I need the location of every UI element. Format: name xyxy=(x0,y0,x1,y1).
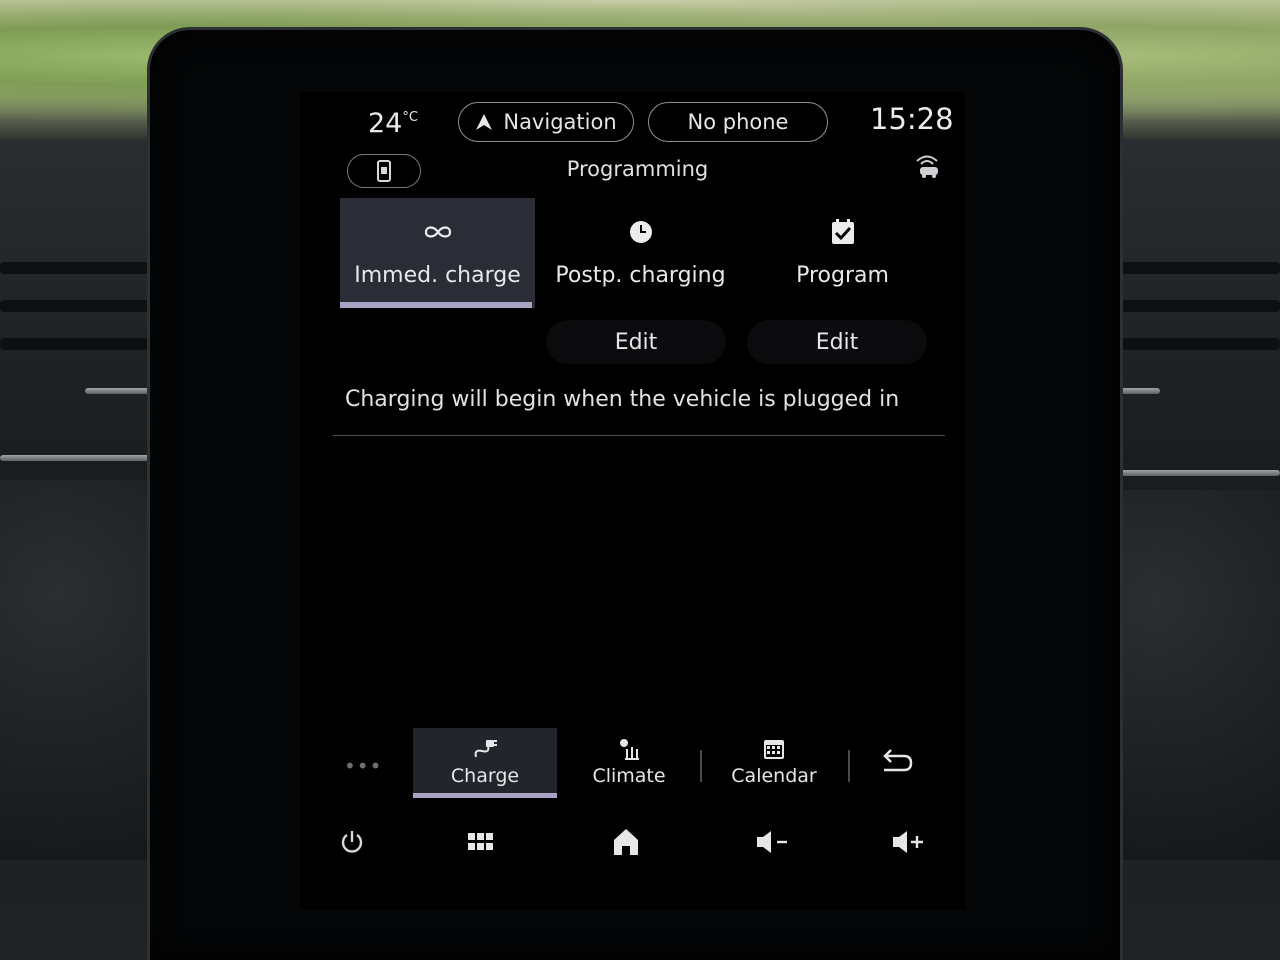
home-icon xyxy=(614,829,638,855)
phone-source-button[interactable] xyxy=(347,154,421,188)
charge-mode-tabs: Immed. charge Postp. charging Program xyxy=(340,198,950,308)
tab-label: Postp. charging xyxy=(555,262,726,288)
shortcut-separator xyxy=(848,750,850,782)
shortcut-climate[interactable]: Climate xyxy=(557,728,701,796)
divider xyxy=(333,435,945,436)
power-button[interactable] xyxy=(332,822,372,862)
shortcut-label: Calendar xyxy=(731,765,817,787)
plug-icon xyxy=(474,740,497,758)
leather-panel-right xyxy=(1100,490,1280,860)
status-bar: 24°C Navigation No phone 15:28 xyxy=(300,92,965,147)
tab-program[interactable]: Program xyxy=(745,198,940,308)
apps-grid-icon xyxy=(468,833,493,850)
shortcut-calendar[interactable]: Calendar xyxy=(702,728,846,796)
navigation-label: Navigation xyxy=(503,110,617,134)
home-button[interactable] xyxy=(606,822,646,862)
shortcut-label: Climate xyxy=(592,765,666,787)
power-icon xyxy=(341,831,363,853)
back-button[interactable] xyxy=(880,748,914,780)
phone-label: No phone xyxy=(687,110,789,134)
edit-program-button[interactable]: Edit xyxy=(747,320,927,364)
calendar-check-icon xyxy=(831,218,855,245)
temperature-unit: °C xyxy=(402,110,418,125)
volume-up-button[interactable] xyxy=(888,822,928,862)
apps-menu-button[interactable] xyxy=(461,822,501,862)
tab-postponed-charging[interactable]: Postp. charging xyxy=(543,198,738,308)
volume-down-icon xyxy=(757,831,787,853)
climate-icon xyxy=(620,739,639,760)
back-arrow-icon xyxy=(883,749,913,772)
charging-status-message: Charging will begin when the vehicle is … xyxy=(345,387,900,412)
more-shortcuts-button[interactable]: ••• xyxy=(344,754,382,778)
phone-button[interactable]: No phone xyxy=(648,102,828,142)
tab-immediate-charge[interactable]: Immed. charge xyxy=(340,198,535,308)
shortcut-label: Charge xyxy=(450,765,520,787)
edit-postponed-button[interactable]: Edit xyxy=(546,320,726,364)
navigation-button[interactable]: Navigation xyxy=(458,102,634,142)
tab-label: Program xyxy=(796,262,889,288)
shortcut-bar: ••• Charge Climate Calendar xyxy=(340,728,940,800)
volume-up-icon xyxy=(893,831,923,853)
smartphone-icon xyxy=(377,160,391,182)
shortcut-charge[interactable]: Charge xyxy=(413,728,557,798)
tab-label: Immed. charge xyxy=(354,262,521,288)
system-bar xyxy=(300,812,965,872)
outside-temperature: 24°C xyxy=(368,108,418,139)
temperature-value: 24 xyxy=(368,108,403,139)
calendar-icon xyxy=(764,740,784,759)
trim-chrome-right xyxy=(1095,470,1280,476)
page-title: Programming xyxy=(566,157,709,181)
infotainment-screen: 24°C Navigation No phone 15:28 Programmi… xyxy=(300,92,965,910)
clock: 15:28 xyxy=(870,102,954,136)
clock-icon xyxy=(629,219,653,245)
infinity-icon xyxy=(423,219,453,245)
volume-down-button[interactable] xyxy=(752,822,792,862)
navigation-arrow-icon xyxy=(476,114,493,130)
connected-car-icon xyxy=(912,152,942,182)
